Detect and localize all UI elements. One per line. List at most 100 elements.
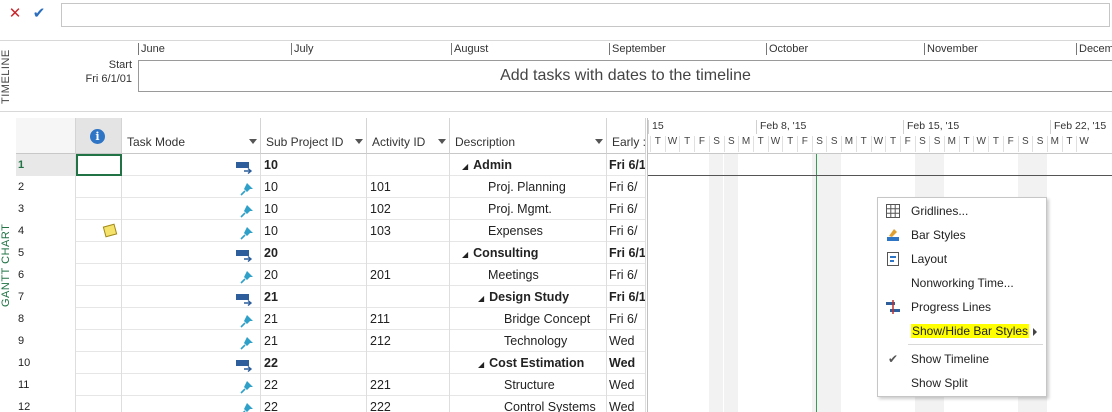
task-mode-cell[interactable] <box>122 374 261 396</box>
table-row[interactable]: 2 10 101 Proj. Planning Fri 6/ <box>16 176 646 198</box>
activity-id-cell[interactable]: 221 <box>367 374 450 396</box>
task-mode-cell[interactable] <box>122 242 261 264</box>
row-number[interactable]: 10 <box>16 352 76 374</box>
row-number[interactable]: 7 <box>16 286 76 308</box>
indicator-cell[interactable] <box>76 308 122 330</box>
sub-project-id-column-header[interactable]: Sub Project ID <box>261 118 367 154</box>
indicators-column-header[interactable]: i <box>76 118 122 154</box>
sub-project-id-cell[interactable]: 22 <box>261 374 367 396</box>
sub-project-id-cell[interactable]: 20 <box>261 242 367 264</box>
description-cell[interactable]: Bridge Concept <box>450 308 607 330</box>
task-mode-cell[interactable] <box>122 220 261 242</box>
sub-project-id-cell[interactable]: 21 <box>261 330 367 352</box>
entry-input[interactable] <box>61 3 1110 27</box>
activity-id-cell[interactable] <box>367 242 450 264</box>
table-row[interactable]: 7 21 ◢ Design Study Fri 6/1 <box>16 286 646 308</box>
menu-item-bar-styles[interactable]: Bar Styles <box>878 223 1046 247</box>
early-start-cell[interactable]: Fri 6/ <box>607 220 646 242</box>
activity-id-cell[interactable]: 212 <box>367 330 450 352</box>
indicator-cell[interactable] <box>76 264 122 286</box>
sub-project-id-cell[interactable]: 21 <box>261 308 367 330</box>
table-row[interactable]: 10 22 ◢ Cost Estimation Wed <box>16 352 646 374</box>
indicator-cell[interactable] <box>76 374 122 396</box>
description-cell[interactable]: Expenses <box>450 220 607 242</box>
row-number[interactable]: 6 <box>16 264 76 286</box>
collapse-triangle-icon[interactable]: ◢ <box>478 354 484 374</box>
activity-id-cell[interactable]: 211 <box>367 308 450 330</box>
description-cell[interactable]: ◢ Admin <box>450 154 607 176</box>
early-start-cell[interactable]: Wed <box>607 330 646 352</box>
task-mode-cell[interactable] <box>122 198 261 220</box>
row-number[interactable]: 3 <box>16 198 76 220</box>
task-mode-cell[interactable] <box>122 308 261 330</box>
menu-item-gridlines[interactable]: Gridlines... <box>878 199 1046 223</box>
early-start-cell[interactable]: Fri 6/1 <box>607 154 646 176</box>
task-mode-column-header[interactable]: Task Mode <box>122 118 261 154</box>
description-column-header[interactable]: Description <box>450 118 607 154</box>
early-start-cell[interactable]: Fri 6/1 <box>607 286 646 308</box>
description-cell[interactable]: ◢ Design Study <box>450 286 607 308</box>
activity-id-cell[interactable] <box>367 352 450 374</box>
collapse-triangle-icon[interactable]: ◢ <box>462 244 468 264</box>
indicator-cell[interactable] <box>76 396 122 412</box>
indicator-cell[interactable] <box>76 330 122 352</box>
row-number[interactable]: 9 <box>16 330 76 352</box>
early-start-cell[interactable]: Fri 6/1 <box>607 242 646 264</box>
task-mode-cell[interactable] <box>122 264 261 286</box>
table-row[interactable]: 6 20 201 Meetings Fri 6/ <box>16 264 646 286</box>
indicator-cell[interactable] <box>76 286 122 308</box>
table-row[interactable]: 5 20 ◢ Consulting Fri 6/1 <box>16 242 646 264</box>
menu-item-show-split[interactable]: Show Split <box>878 371 1046 395</box>
description-cell[interactable]: Proj. Planning <box>450 176 607 198</box>
sub-project-id-cell[interactable]: 22 <box>261 396 367 412</box>
task-mode-cell[interactable] <box>122 352 261 374</box>
indicator-cell[interactable] <box>76 352 122 374</box>
early-start-cell[interactable]: Wed <box>607 374 646 396</box>
table-row[interactable]: 12 22 222 Control Systems Wed <box>16 396 646 412</box>
table-row[interactable]: 11 22 221 Structure Wed <box>16 374 646 396</box>
activity-id-cell[interactable]: 222 <box>367 396 450 412</box>
chevron-down-icon[interactable] <box>438 139 446 144</box>
row-number[interactable]: 1 <box>16 154 76 176</box>
indicator-cell[interactable] <box>76 176 122 198</box>
menu-item-nonworking-time[interactable]: Nonworking Time... <box>878 271 1046 295</box>
table-row[interactable]: 4 10 103 Expenses Fri 6/ <box>16 220 646 242</box>
description-cell[interactable]: Technology <box>450 330 607 352</box>
timeline-bar[interactable]: Add tasks with dates to the timeline <box>138 60 1112 92</box>
sub-project-id-cell[interactable]: 20 <box>261 264 367 286</box>
sub-project-id-cell[interactable]: 22 <box>261 352 367 374</box>
chevron-down-icon[interactable] <box>595 139 603 144</box>
indicator-cell[interactable] <box>76 242 122 264</box>
task-mode-cell[interactable] <box>122 330 261 352</box>
early-start-column-header[interactable]: Early : <box>607 118 646 154</box>
activity-id-cell[interactable]: 101 <box>367 176 450 198</box>
early-start-cell[interactable]: Wed <box>607 396 646 412</box>
table-row[interactable]: 9 21 212 Technology Wed <box>16 330 646 352</box>
row-number[interactable]: 12 <box>16 396 76 412</box>
cancel-entry-button[interactable]: ✕ <box>6 5 24 23</box>
row-number[interactable]: 5 <box>16 242 76 264</box>
description-cell[interactable]: Control Systems <box>450 396 607 412</box>
indicator-cell[interactable] <box>76 220 122 242</box>
sub-project-id-cell[interactable]: 10 <box>261 154 367 176</box>
menu-item-show-hide-bar-styles[interactable]: Show/Hide Bar Styles <box>878 319 1046 343</box>
menu-item-layout[interactable]: Layout <box>878 247 1046 271</box>
confirm-entry-button[interactable]: ✔ <box>30 5 48 23</box>
description-cell[interactable]: Proj. Mgmt. <box>450 198 607 220</box>
task-mode-cell[interactable] <box>122 396 261 412</box>
menu-item-progress-lines[interactable]: Progress Lines <box>878 295 1046 319</box>
activity-id-column-header[interactable]: Activity ID <box>367 118 450 154</box>
sub-project-id-cell[interactable]: 21 <box>261 286 367 308</box>
early-start-cell[interactable]: Fri 6/ <box>607 308 646 330</box>
sub-project-id-cell[interactable]: 10 <box>261 176 367 198</box>
row-number[interactable]: 4 <box>16 220 76 242</box>
activity-id-cell[interactable]: 201 <box>367 264 450 286</box>
early-start-cell[interactable]: Wed <box>607 352 646 374</box>
table-row[interactable]: 3 10 102 Proj. Mgmt. Fri 6/ <box>16 198 646 220</box>
menu-item-show-timeline[interactable]: ✔ Show Timeline <box>878 347 1046 371</box>
task-mode-cell[interactable] <box>122 154 261 176</box>
sub-project-id-cell[interactable]: 10 <box>261 220 367 242</box>
early-start-cell[interactable]: Fri 6/ <box>607 264 646 286</box>
collapse-triangle-icon[interactable]: ◢ <box>478 288 484 308</box>
activity-id-cell[interactable]: 102 <box>367 198 450 220</box>
